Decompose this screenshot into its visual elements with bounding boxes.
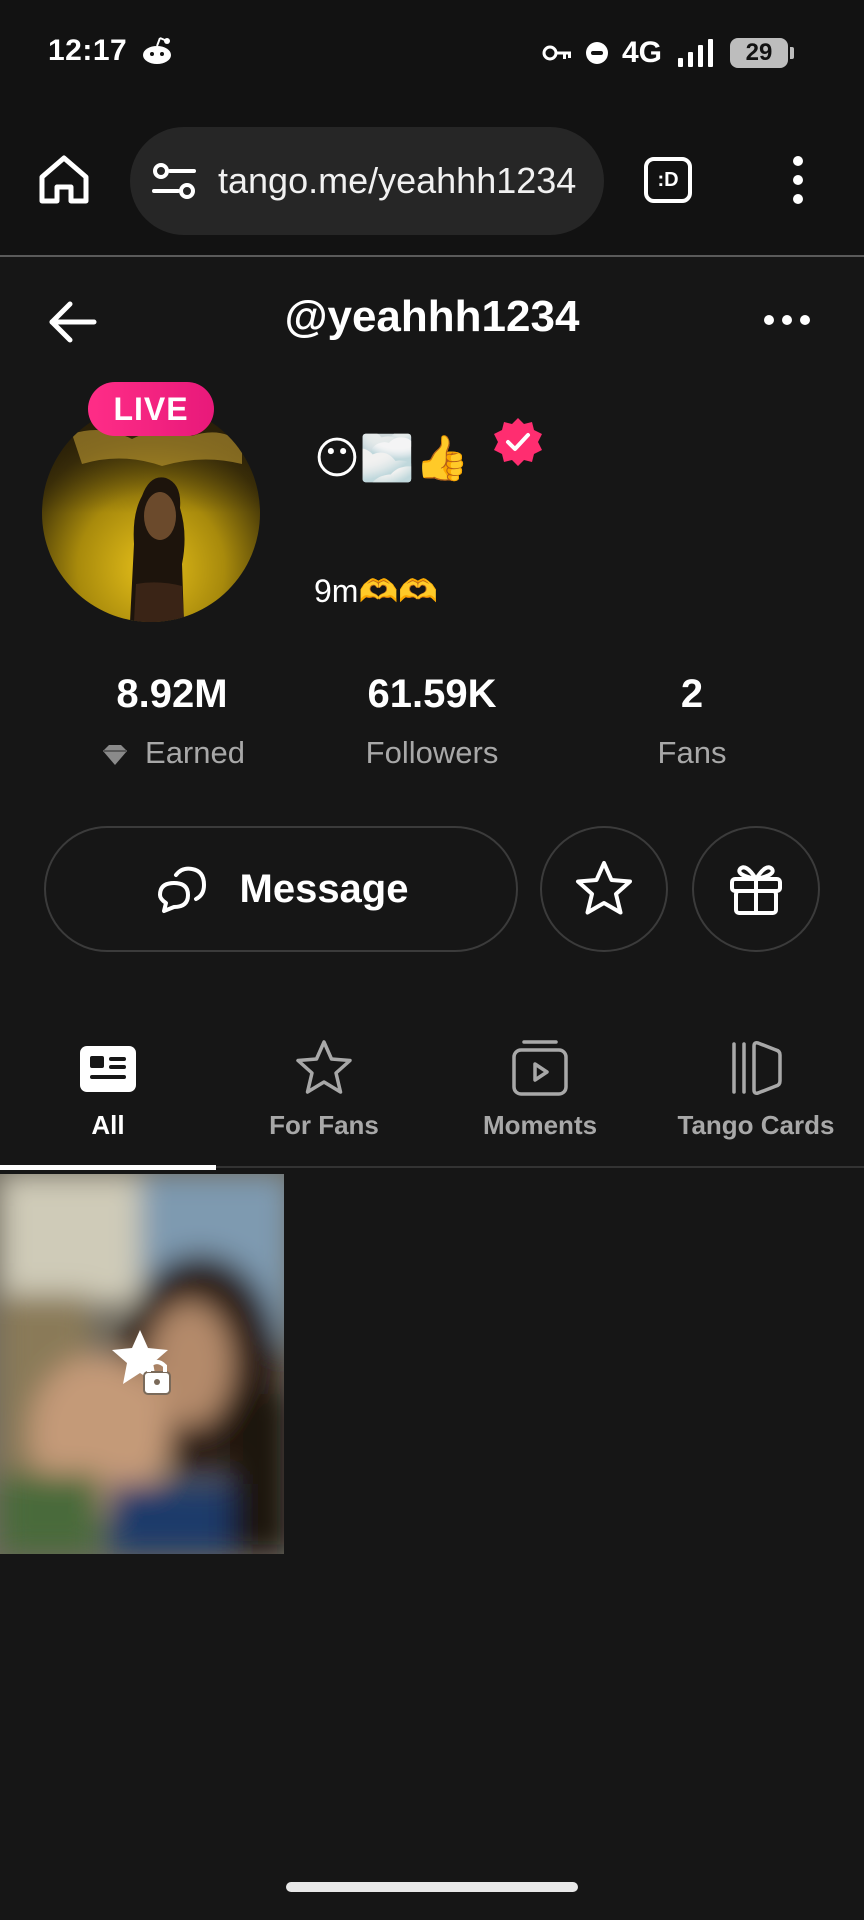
tab-tango-cards-label: Tango Cards xyxy=(677,1110,835,1140)
cards-icon xyxy=(732,1041,782,1095)
avatar[interactable] xyxy=(42,404,260,622)
fans-label: Fans xyxy=(657,735,727,770)
tab-moments[interactable]: Moments xyxy=(432,1014,648,1168)
active-tab-indicator xyxy=(0,1165,216,1170)
verified-icon xyxy=(494,418,542,466)
fans-value: 2 xyxy=(680,672,704,716)
earned-label-row: Earned xyxy=(42,735,302,771)
live-badge[interactable]: LIVE xyxy=(88,382,214,436)
tab-for-fans-label: For Fans xyxy=(269,1110,379,1140)
followers-value: 61.59K xyxy=(367,672,497,716)
back-arrow-icon[interactable] xyxy=(46,296,98,348)
gift-button[interactable] xyxy=(692,826,820,952)
stat-fans[interactable]: 2 Fans xyxy=(562,672,822,771)
tab-for-fans[interactable]: For Fans xyxy=(216,1014,432,1168)
tab-all[interactable]: All xyxy=(0,1014,216,1170)
tab-all-label: All xyxy=(91,1110,125,1140)
star-icon xyxy=(576,861,632,915)
message-button[interactable]: Message xyxy=(44,826,518,952)
url-text[interactable]: tango.me/yeahhh1234 xyxy=(218,160,576,202)
star-lock-icon xyxy=(112,1330,171,1395)
address-bar[interactable]: tango.me/yeahhh1234 xyxy=(130,127,604,235)
tab-switcher-icon[interactable]: :D xyxy=(644,157,692,203)
chat-icon xyxy=(157,866,206,913)
tab-moments-label: Moments xyxy=(482,1110,598,1140)
stat-earned: 8.92M Earned xyxy=(42,672,302,771)
battery-icon: 29 xyxy=(730,38,794,68)
vpn-key-icon xyxy=(542,45,571,61)
browser-toolbar: tango.me/yeahhh1234 :D xyxy=(0,105,864,257)
follow-star-button[interactable] xyxy=(540,826,668,952)
earned-value: 8.92M xyxy=(116,672,228,716)
status-bar: 12:17 4G 29 xyxy=(0,0,864,105)
star-icon xyxy=(296,1040,352,1094)
locked-post-thumbnail[interactable] xyxy=(0,1174,284,1554)
site-settings-icon[interactable] xyxy=(152,161,196,201)
bio-text: 9m🫶🫶 xyxy=(314,573,439,609)
diamond-icon xyxy=(103,744,128,765)
content-tabs: All For Fans Moments Tango Cards xyxy=(0,1014,864,1170)
network-type: 4G xyxy=(621,36,662,69)
more-options-icon[interactable] xyxy=(762,308,812,332)
tab-tango-cards[interactable]: Tango Cards xyxy=(648,1014,864,1168)
video-play-icon xyxy=(512,1040,568,1096)
earned-label: Earned xyxy=(145,735,245,770)
gift-icon xyxy=(730,865,782,915)
feed-icon xyxy=(80,1046,136,1092)
status-icons: 4G 29 xyxy=(542,33,794,73)
stat-followers[interactable]: 61.59K Followers xyxy=(302,672,562,771)
reddit-icon xyxy=(143,37,171,64)
message-label: Message xyxy=(239,866,409,911)
status-time: 12:17 xyxy=(48,34,128,67)
followers-label: Followers xyxy=(365,735,499,770)
display-name: 😶🌫️👍 xyxy=(314,434,470,483)
profile-page: 12:17 4G 29 tango.me/yeahhh1234:D @yeah… xyxy=(0,0,864,1920)
overflow-menu-icon[interactable] xyxy=(786,155,810,205)
signal-icon xyxy=(678,39,713,67)
home-indicator[interactable] xyxy=(286,1882,578,1892)
do-not-disturb-icon xyxy=(585,42,608,64)
home-icon[interactable] xyxy=(36,151,92,207)
page-title: @yeahhh1234 xyxy=(284,292,580,341)
